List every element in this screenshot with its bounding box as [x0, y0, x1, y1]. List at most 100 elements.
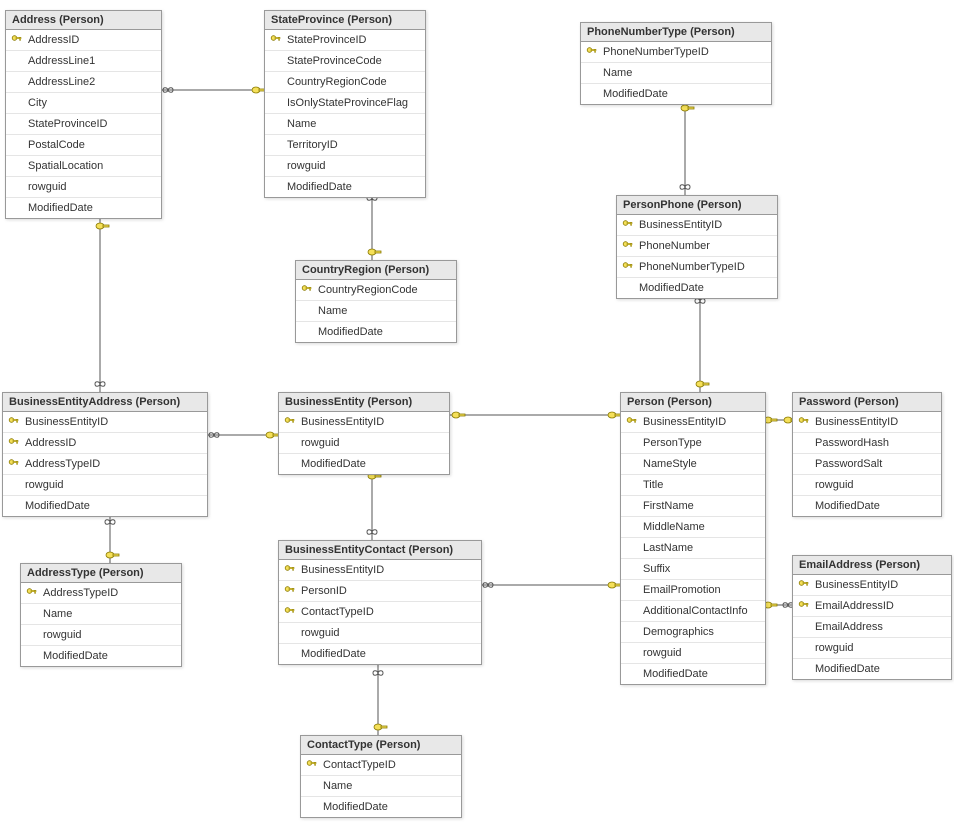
table-title: Password (Person): [793, 393, 941, 412]
table-title: EmailAddress (Person): [793, 556, 951, 575]
table-column: FirstName: [621, 496, 765, 517]
table-column: PasswordHash: [793, 433, 941, 454]
column-name: ModifiedDate: [811, 663, 947, 675]
table-column: rowguid: [279, 433, 449, 454]
table-column: Name: [21, 604, 181, 625]
column-name: MiddleName: [639, 521, 761, 533]
column-name: ContactTypeID: [297, 606, 477, 618]
primary-key-icon: [797, 416, 811, 428]
column-name: ModifiedDate: [314, 326, 452, 338]
primary-key-icon: [269, 34, 283, 46]
table-column: LastName: [621, 538, 765, 559]
primary-key-icon: [621, 219, 635, 231]
column-name: rowguid: [39, 629, 177, 641]
column-name: CountryRegionCode: [283, 76, 421, 88]
primary-key-icon: [797, 579, 811, 591]
table-contacttype[interactable]: ContactType (Person)ContactTypeIDNameMod…: [300, 735, 462, 818]
column-name: rowguid: [21, 479, 203, 491]
column-name: Name: [319, 780, 457, 792]
table-title: PersonPhone (Person): [617, 196, 777, 215]
column-name: Demographics: [639, 626, 761, 638]
column-name: AddressID: [21, 437, 203, 449]
primary-key-icon: [7, 416, 21, 428]
table-column: EmailPromotion: [621, 580, 765, 601]
primary-key-icon: [283, 416, 297, 428]
table-column: ContactTypeID: [279, 602, 481, 623]
table-column: ModifiedDate: [296, 322, 456, 342]
column-name: ModifiedDate: [319, 801, 457, 813]
column-name: SpatialLocation: [24, 160, 157, 172]
column-name: BusinessEntityID: [811, 416, 937, 428]
table-countryregion[interactable]: CountryRegion (Person)CountryRegionCodeN…: [295, 260, 457, 343]
table-column: ModifiedDate: [793, 496, 941, 516]
column-name: TerritoryID: [283, 139, 421, 151]
table-businessentity[interactable]: BusinessEntity (Person)BusinessEntityIDr…: [278, 392, 450, 475]
table-title: StateProvince (Person): [265, 11, 425, 30]
column-name: rowguid: [24, 181, 157, 193]
table-column: BusinessEntityID: [793, 412, 941, 433]
table-column: ModifiedDate: [279, 454, 449, 474]
column-name: BusinessEntityID: [297, 564, 477, 576]
column-name: Suffix: [639, 563, 761, 575]
table-column: Title: [621, 475, 765, 496]
primary-key-icon: [621, 261, 635, 273]
table-column: ModifiedDate: [581, 84, 771, 104]
column-name: StateProvinceID: [283, 34, 421, 46]
column-name: ContactTypeID: [319, 759, 457, 771]
table-column: BusinessEntityID: [793, 575, 951, 596]
primary-key-icon: [7, 458, 21, 470]
column-name: Title: [639, 479, 761, 491]
table-column: StateProvinceID: [265, 30, 425, 51]
column-name: FirstName: [639, 500, 761, 512]
column-name: Name: [39, 608, 177, 620]
table-emailaddress[interactable]: EmailAddress (Person) BusinessEntityID Ema…: [792, 555, 952, 680]
table-personphone[interactable]: PersonPhone (Person) BusinessEntityID Phon…: [616, 195, 778, 299]
column-name: Name: [283, 118, 421, 130]
table-column: Name: [265, 114, 425, 135]
column-name: BusinessEntityID: [635, 219, 773, 231]
table-column: PhoneNumber: [617, 236, 777, 257]
table-addresstype[interactable]: AddressType (Person)AddressTypeIDNamerow…: [20, 563, 182, 667]
table-column: BusinessEntityID: [3, 412, 207, 433]
table-address[interactable]: Address (Person)AddressIDAddressLine1Add…: [5, 10, 162, 219]
primary-key-icon: [283, 585, 297, 597]
table-column: BusinessEntityID: [617, 215, 777, 236]
table-column: AddressID: [6, 30, 161, 51]
table-column: Demographics: [621, 622, 765, 643]
table-title: BusinessEntityAddress (Person): [3, 393, 207, 412]
table-phonenumbertype[interactable]: PhoneNumberType (Person)PhoneNumberTypeI…: [580, 22, 772, 105]
column-name: ModifiedDate: [283, 181, 421, 193]
table-column: EmailAddress: [793, 617, 951, 638]
table-column: MiddleName: [621, 517, 765, 538]
column-name: AddressTypeID: [21, 458, 203, 470]
table-column: rowguid: [3, 475, 207, 496]
column-name: ModifiedDate: [811, 500, 937, 512]
table-column: AddressID: [3, 433, 207, 454]
table-column: ModifiedDate: [301, 797, 461, 817]
column-name: AddressID: [24, 34, 157, 46]
table-stateprovince[interactable]: StateProvince (Person)StateProvinceIDSta…: [264, 10, 426, 198]
column-name: Name: [314, 305, 452, 317]
table-businessentityaddress[interactable]: BusinessEntityAddress (Person)BusinessEn…: [2, 392, 208, 517]
table-column: StateProvinceID: [6, 114, 161, 135]
table-column: PersonID: [279, 581, 481, 602]
column-name: IsOnlyStateProvinceFlag: [283, 97, 421, 109]
column-name: LastName: [639, 542, 761, 554]
column-name: rowguid: [639, 647, 761, 659]
table-column: ModifiedDate: [621, 664, 765, 684]
table-column: Name: [581, 63, 771, 84]
column-name: ModifiedDate: [21, 500, 203, 512]
column-name: BusinessEntityID: [811, 579, 947, 591]
column-name: rowguid: [811, 479, 937, 491]
table-column: rowguid: [793, 475, 941, 496]
table-column: AddressTypeID: [3, 454, 207, 475]
table-person[interactable]: Person (Person)BusinessEntityIDPersonTyp…: [620, 392, 766, 685]
table-column: Name: [301, 776, 461, 797]
table-column: rowguid: [21, 625, 181, 646]
column-name: ModifiedDate: [639, 668, 761, 680]
column-name: City: [24, 97, 157, 109]
column-name: PostalCode: [24, 139, 157, 151]
table-password[interactable]: Password (Person) BusinessEntityID Passwor…: [792, 392, 942, 517]
table-businessentitycontact[interactable]: BusinessEntityContact (Person)BusinessEn…: [278, 540, 482, 665]
primary-key-icon: [585, 46, 599, 58]
